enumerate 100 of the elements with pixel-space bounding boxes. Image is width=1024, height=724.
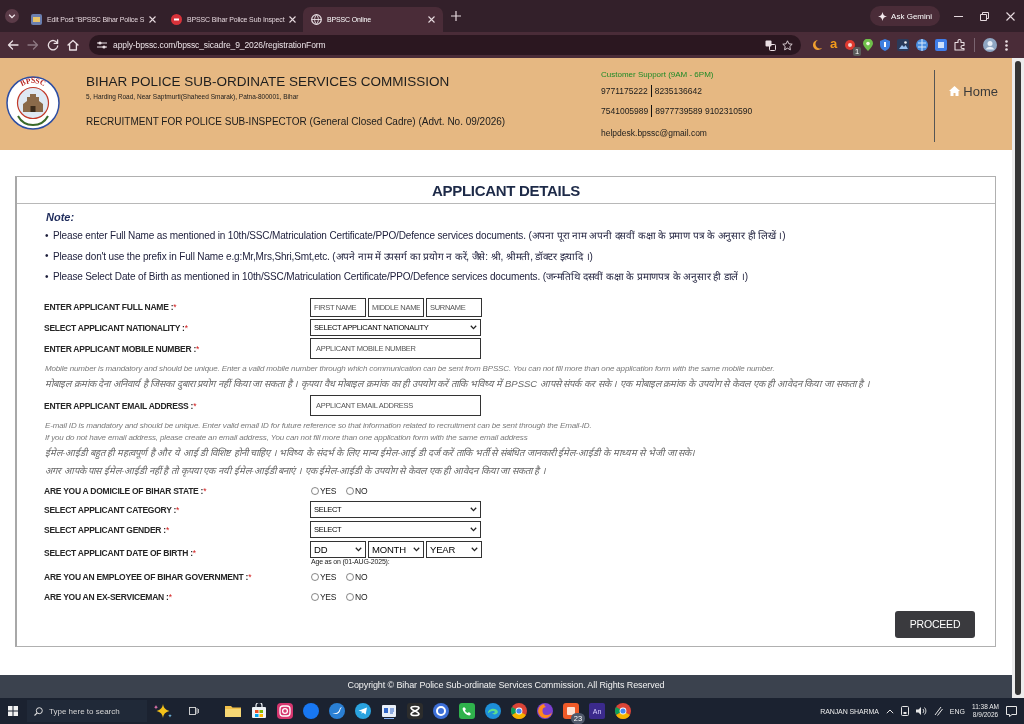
browser-icon[interactable]: [511, 703, 527, 719]
back-arrow-icon[interactable]: [7, 39, 19, 51]
radio-icon[interactable]: [346, 592, 355, 601]
shield-icon[interactable]: [880, 39, 891, 51]
phone-number: 7541005989: [601, 105, 649, 117]
circle-icon: [171, 14, 182, 25]
forward-arrow-icon[interactable]: [27, 39, 39, 51]
section-title: APPLICANT DETAILS: [432, 181, 580, 199]
star-icon[interactable]: [782, 39, 793, 51]
hint-text: E-mail ID is mandatory and should be unique. Enter valid email ID for future reference so that information related to recruitment can be sent through the Email-ID.: [45, 419, 593, 432]
ask-gemini-button[interactable]: Ask Gemini: [870, 6, 940, 26]
hint-text: ईमेल-आईडी बहुत ही महत्वपूर्ण है और ये आई डी विशिष्ट होनी चाहिए । भविष्य के संदर्भ के लिए मान्य ईमेल-आई डी दर्ज करें ताकि भर्ती से संबंधित जानकारी ईमेल-आईडी के माध्यम से भेजी जा सके।: [45, 445, 697, 461]
speaker-icon[interactable]: [915, 706, 927, 716]
device-icon[interactable]: [900, 706, 909, 716]
radio-option[interactable]: NO: [346, 571, 368, 582]
sparkle-icon: [878, 11, 888, 21]
shopping-bag-icon[interactable]: [251, 703, 267, 719]
more-icon[interactable]: [1005, 39, 1009, 51]
email-address: helpdesk.bpssc@gmail.com: [601, 127, 708, 139]
avatar-icon[interactable]: [983, 38, 998, 52]
radio-icon[interactable]: [311, 592, 319, 601]
loop-icon[interactable]: [407, 703, 423, 719]
search-box[interactable]: Type here to search: [27, 700, 147, 722]
home-icon: [949, 86, 961, 96]
radio-icon[interactable]: [311, 486, 319, 495]
translate-icon[interactable]: [765, 39, 776, 51]
globe-icon: [311, 14, 322, 25]
chevron-down-icon: [413, 546, 420, 552]
address-bar[interactable]: apply-bpssc.com/bpssc_sicadre_9_2026/registrationForm: [89, 35, 801, 55]
swirl-icon[interactable]: [485, 703, 501, 719]
dropdown[interactable]: MONTH: [368, 540, 424, 558]
reload-icon[interactable]: [47, 39, 59, 51]
phone-number: 8977739589 9102310590: [651, 105, 753, 117]
recruitment-title: RECRUITMENT FOR POLICE SUB-INSPECTOR (General Closed Cadre) (Advt. No. 09/2026): [86, 116, 507, 128]
search-icon: [34, 706, 43, 716]
radio-option[interactable]: YES: [311, 485, 337, 496]
note-label: Note:: [46, 210, 75, 224]
tune-icon[interactable]: [97, 40, 107, 50]
pen-icon[interactable]: [933, 706, 943, 716]
browser-icon[interactable]: [615, 703, 631, 719]
plus-icon[interactable]: [451, 11, 461, 21]
dropdown[interactable]: DD: [310, 540, 366, 558]
task-view-icon[interactable]: [189, 706, 199, 716]
radio-option[interactable]: NO: [346, 485, 368, 496]
proceed-button[interactable]: PROCEED: [895, 610, 975, 638]
field-label: ARE YOU AN EX-SERVICEMAN :*: [44, 591, 173, 602]
close-icon[interactable]: [428, 16, 435, 23]
close-icon[interactable]: [149, 16, 157, 23]
moon-icon[interactable]: [811, 39, 823, 51]
chevron-down-icon: [471, 546, 478, 552]
caret-up-icon[interactable]: [885, 708, 894, 714]
bullet-marker: •: [45, 270, 50, 282]
windows-logo-icon[interactable]: [8, 706, 18, 716]
flame-globe-icon[interactable]: [537, 703, 553, 719]
paper-plane-icon[interactable]: [355, 703, 371, 719]
sparkle-icon[interactable]: [153, 703, 173, 719]
tile-icon[interactable]: [935, 39, 948, 51]
hint-text: If you do not have email address, please create an email address, You can not fill more than one application form with the same email address: [45, 431, 529, 444]
minimize-icon[interactable]: [954, 15, 963, 17]
circle-icon[interactable]: [303, 703, 319, 719]
globe-icon[interactable]: [916, 39, 929, 51]
id-card-icon[interactable]: [381, 703, 397, 719]
folder-icon[interactable]: [225, 703, 241, 719]
image-icon[interactable]: [897, 39, 910, 51]
phone-icon[interactable]: [459, 703, 475, 719]
dropdown[interactable]: YEAR: [426, 540, 482, 558]
record-icon[interactable]: [844, 39, 857, 51]
note-text: Please enter Full Name as mentioned in 10th/SSC/Matriculation Certificate/PPO/Defence services documents. (अपना पूरा नाम अपनी दसवीं कक्षा के प्रमाण पत्र के अनुसार ही लिखें ।): [53, 229, 786, 243]
radio-option[interactable]: NO: [346, 591, 368, 602]
ring-icon[interactable]: [433, 703, 449, 719]
chevron-down-icon: [355, 546, 362, 552]
phone-number: 9771175222: [601, 85, 648, 97]
chevron-down-icon[interactable]: [5, 9, 19, 23]
notification-icon[interactable]: [1006, 705, 1017, 717]
chevron-down-icon: [470, 325, 477, 330]
radio-option[interactable]: YES: [311, 591, 337, 602]
hint-text: मोबाइल क्रमांक देना अनिवार्य है जिसका दुबारा प्रयोग नहीं किया जा सकता है । कृपया वैध मोबाइल क्रमांक का ही उपयोग करें ताकि भविष्य में BPSSC आपसे संपर्क कर सके । एक मोबाइल क्रमांक के उपयोग से केवल एक ही आवेदन किया जा सकता है ।: [45, 376, 871, 392]
restore-icon[interactable]: [980, 11, 989, 21]
search-field[interactable]: Type here to search: [49, 706, 141, 716]
radio-icon[interactable]: [311, 572, 319, 581]
note-text: Please don't use the prefix in Full Name e.g:Mr,Mrs,Shri,Smt,etc. (अपने नाम में उपसर्ग का प्रयोग न करें, जैसे: श्री, श्रीमती, डॉक्टर इत्यादि ।): [53, 249, 593, 263]
radio-icon[interactable]: [346, 572, 355, 581]
radio-option[interactable]: YES: [311, 571, 337, 582]
home-icon[interactable]: [67, 39, 79, 51]
radio-icon[interactable]: [346, 486, 355, 495]
field-label: SELECT APPLICANT DATE OF BIRTH :*: [44, 548, 197, 558]
extension-button[interactable]: a: [830, 37, 838, 50]
map-pin-icon[interactable]: [863, 39, 874, 51]
home-link[interactable]: Home: [935, 58, 1012, 100]
field-label: ARE YOU A DOMICILE OF BIHAR STATE :*: [44, 485, 208, 496]
camera-icon[interactable]: [277, 703, 293, 719]
chevron-down-icon: [470, 507, 477, 512]
puzzle-icon[interactable]: [954, 39, 967, 51]
field-label: ARE YOU AN EMPLOYEE OF BIHAR GOVERNMENT :*: [44, 571, 253, 582]
field-label: SELECT APPLICANT CATEGORY :*: [44, 504, 181, 515]
close-icon[interactable]: [1006, 11, 1015, 21]
hint-text: अगर आपके पास ईमेल-आईडी नहीं है तो कृपया एक नयी ईमेल-आईडी बनाएं । एक ईमेल-आईडी के उपयोग से केवल एक ही आवेदन किया जा सकता है ।: [45, 463, 548, 479]
swoosh-icon[interactable]: [329, 703, 345, 719]
field-label: SELECT APPLICANT GENDER :*: [44, 524, 170, 535]
close-icon[interactable]: [289, 16, 297, 23]
